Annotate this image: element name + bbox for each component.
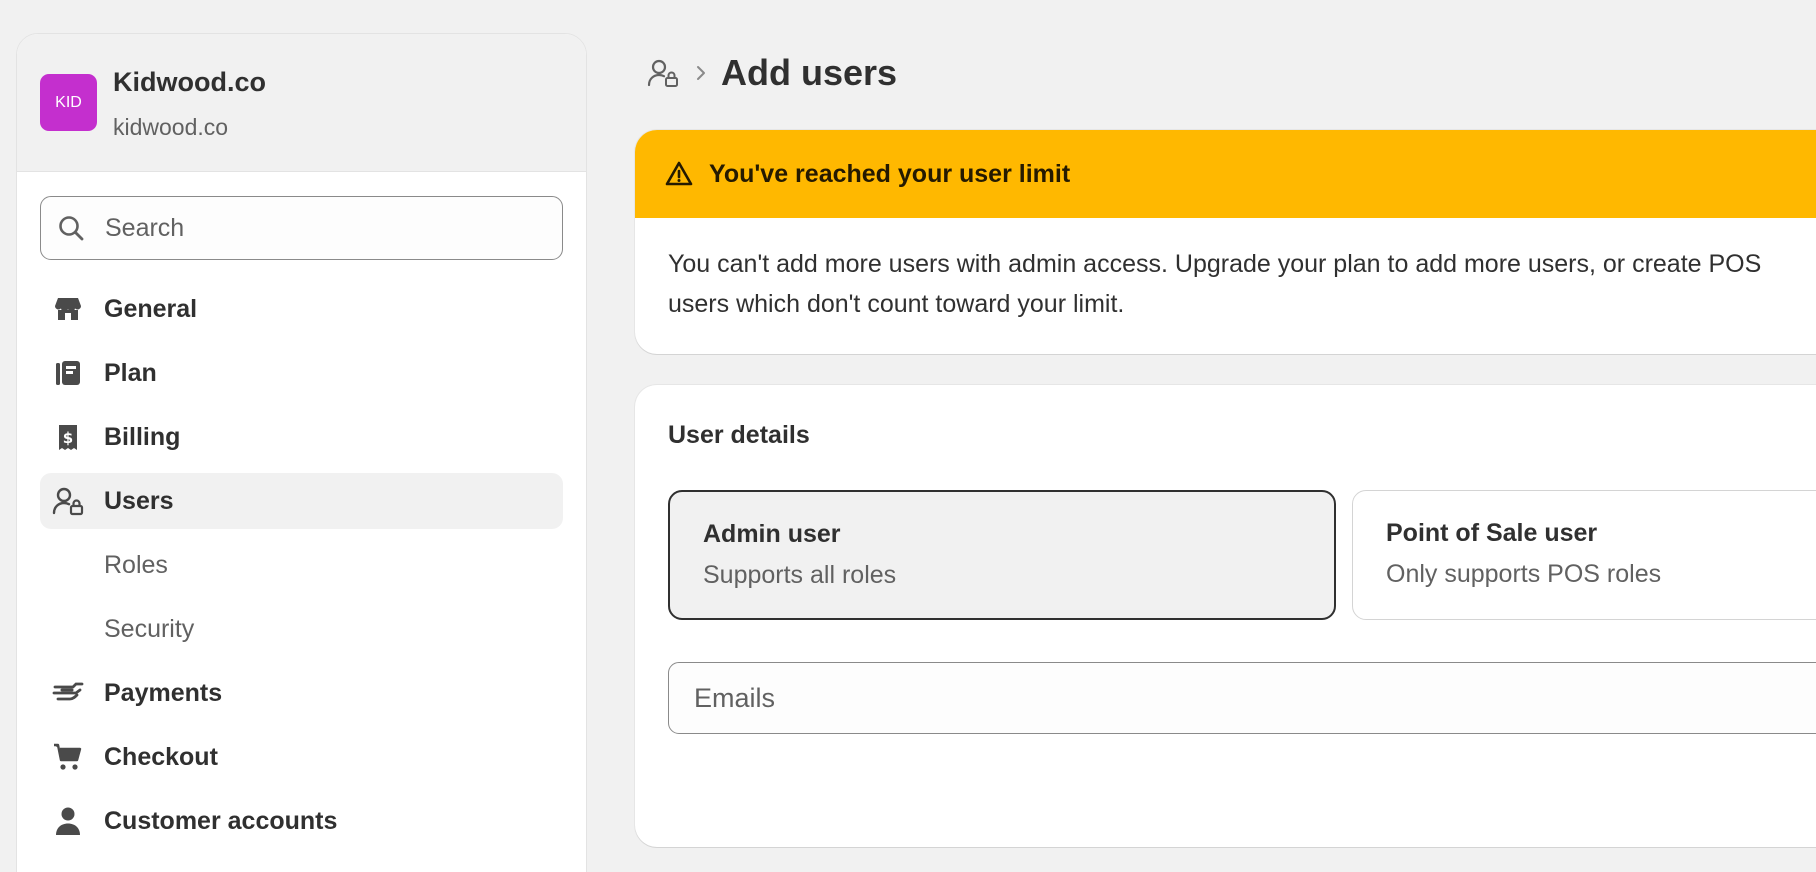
sidebar-item-checkout[interactable]: Checkout <box>40 729 563 785</box>
sidebar-item-label: Users <box>104 486 174 515</box>
users-icon <box>50 483 86 519</box>
chevron-right-icon <box>695 64 711 82</box>
store-avatar: KID <box>40 74 97 131</box>
store-name: Kidwood.co <box>113 67 266 97</box>
sidebar-item-payments[interactable]: Payments <box>40 665 563 721</box>
store-header[interactable]: KID Kidwood.co kidwood.co <box>17 34 586 172</box>
emails-input[interactable] <box>694 683 1794 714</box>
billing-receipt-icon: $ <box>50 419 86 455</box>
sidebar-item-general[interactable]: General <box>40 281 563 337</box>
users-icon[interactable] <box>647 56 681 90</box>
store-domain: kidwood.co <box>113 114 229 140</box>
payments-icon <box>50 675 86 711</box>
search-icon <box>55 212 87 244</box>
user-details-card: User details Admin user Supports all rol… <box>635 385 1816 847</box>
user-limit-banner: You've reached your user limit You can't… <box>635 130 1816 354</box>
cart-icon <box>50 739 86 775</box>
sidebar-nav: General Plan $ Billing Users Roles Secur… <box>40 281 563 857</box>
option-title: Admin user <box>703 520 841 548</box>
pos-user-option[interactable]: Point of Sale user Only supports POS rol… <box>1352 490 1816 620</box>
sidebar-item-label: Payments <box>104 678 223 707</box>
sidebar-item-users[interactable]: Users <box>40 473 563 529</box>
sidebar-item-billing[interactable]: $ Billing <box>40 409 563 465</box>
sidebar-item-label: Plan <box>104 358 157 387</box>
admin-user-option[interactable]: Admin user Supports all roles <box>668 490 1336 620</box>
sidebar-item-label: Billing <box>104 422 181 451</box>
search-input[interactable] <box>105 213 545 243</box>
sidebar-item-label: Roles <box>104 550 168 579</box>
sidebar-item-roles[interactable]: Roles <box>40 537 563 593</box>
sidebar-item-plan[interactable]: Plan <box>40 345 563 401</box>
svg-text:$: $ <box>63 429 73 447</box>
warning-icon <box>665 159 695 189</box>
breadcrumb: Add users <box>647 52 897 94</box>
plan-icon <box>50 355 86 391</box>
settings-sidebar: KID Kidwood.co kidwood.co General Plan $… <box>16 33 587 872</box>
search-field[interactable] <box>40 196 563 260</box>
sidebar-item-label: Checkout <box>104 742 218 771</box>
sidebar-item-customer-accounts[interactable]: Customer accounts <box>40 793 563 849</box>
banner-title: You've reached your user limit <box>709 159 1071 188</box>
banner-body: You can't add more users with admin acce… <box>668 250 1762 318</box>
option-description: Supports all roles <box>703 561 897 589</box>
emails-field[interactable] <box>668 662 1816 734</box>
sidebar-item-label: Customer accounts <box>104 806 338 835</box>
option-title: Point of Sale user <box>1386 519 1598 547</box>
store-icon <box>50 291 86 327</box>
banner-header: You've reached your user limit <box>635 130 1816 218</box>
sidebar-item-label: General <box>104 294 198 323</box>
sidebar-item-security[interactable]: Security <box>40 601 563 657</box>
section-title: User details <box>668 421 810 449</box>
option-description: Only supports POS roles <box>1386 560 1662 588</box>
page-title: Add users <box>721 52 898 93</box>
sidebar-item-label: Security <box>104 614 195 643</box>
person-icon <box>50 803 86 839</box>
